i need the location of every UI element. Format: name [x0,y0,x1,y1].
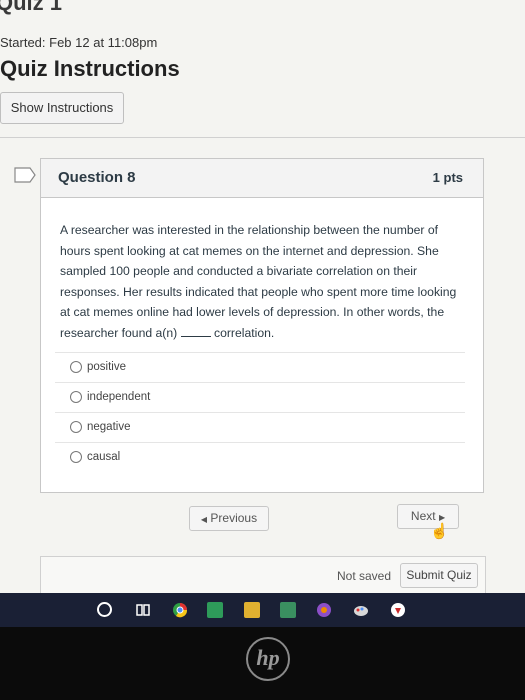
question-points: 1 pts [432,170,463,185]
quiz-title: Quiz 1 [0,0,63,15]
hand-cursor-icon: ☝ [430,523,449,540]
hp-logo: hp [246,637,290,681]
question-header: Question 8 1 pts [41,159,483,198]
question-navigation: ◀ Previous Next ▶ [40,498,482,542]
flag-question-icon[interactable] [14,167,36,183]
fill-in-blank [180,325,211,337]
question-card: Question 8 1 pts A researcher was intere… [40,158,484,493]
caret-right-icon: ▶ [438,513,446,522]
radio-button[interactable] [70,361,82,373]
answer-option-independent[interactable]: independent [55,382,465,412]
save-status: Not saved [337,569,392,583]
answer-list: positive independent negative causal [55,352,465,472]
windows-taskbar [0,593,525,627]
answer-label: positive [87,361,126,373]
answer-option-causal[interactable]: causal [55,442,465,472]
show-instructions-button[interactable]: Show Instructions [0,92,124,124]
divider [0,137,525,138]
question-text-after-blank: correlation. [213,325,275,340]
question-title: Question 8 [58,169,136,186]
radio-button[interactable] [70,421,82,433]
previous-button[interactable]: ◀ Previous [189,506,269,531]
paint-icon[interactable] [353,602,369,618]
app-icon[interactable] [207,602,223,618]
radio-button[interactable] [70,451,82,463]
answer-label: causal [87,451,121,463]
instructions-heading: Quiz Instructions [0,56,180,81]
next-button[interactable]: Next ▶ [397,504,459,529]
radio-button[interactable] [70,391,82,403]
photos-icon[interactable] [316,602,332,618]
previous-label: Previous [210,511,258,525]
answer-label: negative [87,421,131,433]
app-shortcut-icon[interactable] [390,602,406,618]
file-explorer-icon[interactable] [244,602,260,618]
submit-quiz-button[interactable]: Submit Quiz [400,563,478,588]
chrome-icon[interactable] [172,602,188,618]
next-label: Next [410,509,436,523]
answer-option-positive[interactable]: positive [55,352,465,382]
caret-left-icon: ◀ [200,515,208,524]
answer-option-negative[interactable]: negative [55,412,465,442]
quiz-footer: Not saved Submit Quiz [40,556,486,598]
answer-label: independent [87,391,151,403]
cortana-icon[interactable] [97,602,112,617]
store-icon[interactable] [280,602,296,618]
task-view-icon[interactable] [135,602,151,618]
browser-viewport: Quiz 1 Started: Feb 12 at 11:08pm Quiz I… [0,0,525,598]
question-text-before-blank: A researcher was interested in the relat… [60,223,457,340]
started-timestamp: Started: Feb 12 at 11:08pm [0,35,158,50]
question-text: A researcher was interested in the relat… [60,220,460,343]
